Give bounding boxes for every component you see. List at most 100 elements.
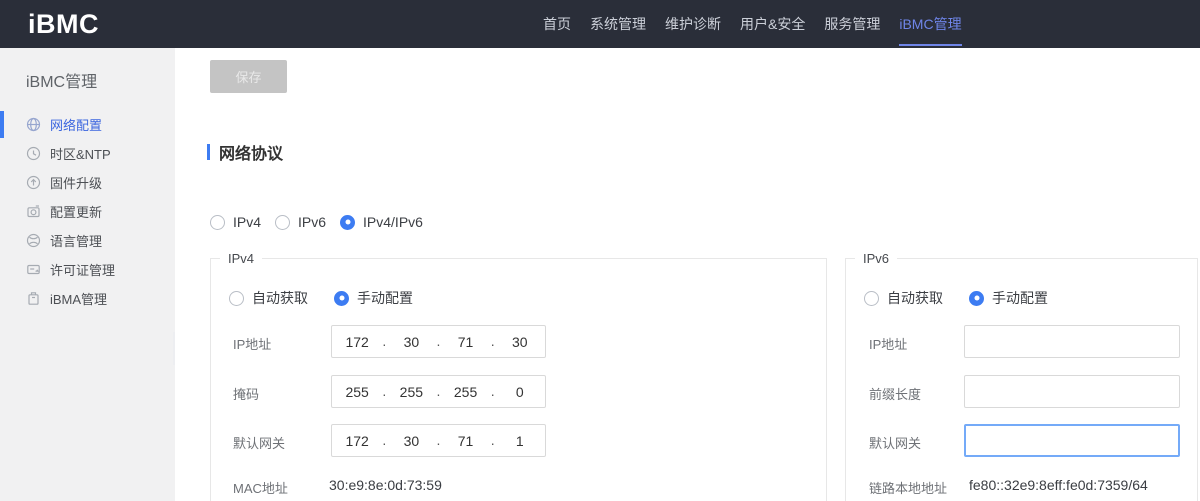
radio-ipv4-ipv6[interactable]: IPv4/IPv6 bbox=[340, 214, 423, 230]
nav-item-service[interactable]: 服务管理 bbox=[824, 0, 880, 48]
radio-circle-checked[interactable] bbox=[340, 215, 355, 230]
sidebar-item-language[interactable]: 语言管理 bbox=[0, 226, 175, 255]
ipv4-legend: IPv4 bbox=[220, 251, 262, 266]
ipv6-auto-label: 自动获取 bbox=[887, 288, 943, 308]
sidebar: iBMC管理 网络配置 时区&NTP 固件升级 bbox=[0, 48, 175, 501]
nav-item-home[interactable]: 首页 bbox=[543, 0, 571, 48]
sidebar-item-license[interactable]: 许可证管理 bbox=[0, 255, 175, 284]
sidebar-menu: 网络配置 时区&NTP 固件升级 配置更新 bbox=[0, 110, 175, 313]
ipv6-prefix-label: 前缀长度 bbox=[869, 384, 921, 403]
radio-ipv6-label: IPv6 bbox=[298, 214, 326, 230]
language-globe-icon bbox=[26, 233, 41, 248]
top-nav: 首页 系统管理 维护诊断 用户&安全 服务管理 iBMC管理 bbox=[543, 0, 962, 48]
radio-ipv6[interactable]: IPv6 bbox=[275, 214, 326, 230]
sidebar-item-firmware-upgrade[interactable]: 固件升级 bbox=[0, 168, 175, 197]
ip-dot-separator: . bbox=[382, 424, 386, 457]
package-icon bbox=[26, 291, 41, 306]
ipv4-mask-octet-2[interactable] bbox=[394, 384, 428, 400]
ipv4-auto-label: 自动获取 bbox=[252, 288, 308, 308]
config-snapshot-icon bbox=[26, 204, 41, 219]
ipv6-manual-label: 手动配置 bbox=[992, 288, 1048, 308]
ipv6-gateway-label: 默认网关 bbox=[869, 433, 921, 452]
ip-dot-separator: . bbox=[382, 375, 386, 408]
ibmc-logo: iBMC bbox=[28, 0, 99, 48]
ipv4-mode-radio-group: 自动获取 手动配置 bbox=[229, 288, 439, 308]
ipv6-mode-radio-group: 自动获取 手动配置 bbox=[864, 288, 1074, 308]
nav-item-ibmc-management[interactable]: iBMC管理 bbox=[899, 0, 961, 48]
ipv4-mask-label: 掩码 bbox=[233, 384, 259, 403]
ipv4-ip-label: IP地址 bbox=[233, 334, 271, 353]
ip-dot-separator: . bbox=[437, 424, 441, 457]
section-title-text: 网络协议 bbox=[219, 140, 283, 164]
sidebar-item-label: iBMA管理 bbox=[50, 289, 107, 308]
sidebar-item-label: 时区&NTP bbox=[50, 144, 111, 163]
ipv4-gateway-octet-3[interactable] bbox=[449, 433, 483, 449]
ip-dot-separator: . bbox=[437, 375, 441, 408]
ipv6-ip-input[interactable] bbox=[964, 325, 1180, 358]
ipv4-manual-label: 手动配置 bbox=[357, 288, 413, 308]
clock-icon bbox=[26, 146, 41, 161]
ipv6-prefix-input[interactable] bbox=[964, 375, 1180, 408]
radio-circle[interactable] bbox=[275, 215, 290, 230]
ipv6-auto-radio[interactable]: 自动获取 bbox=[864, 288, 943, 308]
ipv4-gateway-octet-4[interactable] bbox=[503, 433, 537, 449]
sidebar-item-label: 语言管理 bbox=[50, 231, 102, 250]
sidebar-title: iBMC管理 bbox=[26, 68, 97, 92]
ipv4-mask-octet-4[interactable] bbox=[503, 384, 537, 400]
globe-icon bbox=[26, 117, 41, 132]
sidebar-item-config-update[interactable]: 配置更新 bbox=[0, 197, 175, 226]
ipv4-ip-octet-4[interactable] bbox=[503, 334, 537, 350]
ip-dot-separator: . bbox=[437, 325, 441, 358]
ip-dot-separator: . bbox=[491, 325, 495, 358]
sidebar-item-label: 配置更新 bbox=[50, 202, 102, 221]
nav-item-system[interactable]: 系统管理 bbox=[590, 0, 646, 48]
ipv6-legend: IPv6 bbox=[855, 251, 897, 266]
radio-ipv4-label: IPv4 bbox=[233, 214, 261, 230]
nav-item-user-security[interactable]: 用户&安全 bbox=[740, 0, 805, 48]
license-card-icon bbox=[26, 262, 41, 277]
ipv4-mac-label: MAC地址 bbox=[233, 478, 288, 497]
upgrade-arrow-icon bbox=[26, 175, 41, 190]
sidebar-item-timezone-ntp[interactable]: 时区&NTP bbox=[0, 139, 175, 168]
page: iBMC 首页 系统管理 维护诊断 用户&安全 服务管理 iBMC管理 iBMC… bbox=[0, 0, 1200, 501]
radio-circle-checked[interactable] bbox=[334, 291, 349, 306]
sidebar-item-network-config[interactable]: 网络配置 bbox=[0, 110, 175, 139]
radio-circle-checked[interactable] bbox=[969, 291, 984, 306]
ipv6-manual-radio[interactable]: 手动配置 bbox=[969, 288, 1048, 308]
ipv6-gateway-input[interactable] bbox=[964, 424, 1180, 457]
save-button[interactable]: 保存 bbox=[210, 60, 287, 93]
ipv6-fieldset: IPv6 自动获取 手动配置 IP地址 前缀长度 默认网关 链路本地地址 fe8… bbox=[845, 251, 1198, 501]
ip-dot-separator: . bbox=[491, 424, 495, 457]
ipv4-ip-octet-2[interactable] bbox=[394, 334, 428, 350]
ip-dot-separator: . bbox=[382, 325, 386, 358]
ipv4-ip-octet-1[interactable] bbox=[340, 334, 374, 350]
ipv4-ip-input[interactable]: . . . bbox=[331, 325, 546, 358]
sidebar-item-label: 许可证管理 bbox=[50, 260, 115, 279]
radio-ipv4[interactable]: IPv4 bbox=[210, 214, 261, 230]
ipv6-link-local-label: 链路本地地址 bbox=[869, 478, 947, 497]
sidebar-item-label: 固件升级 bbox=[50, 173, 102, 192]
ipv4-manual-radio[interactable]: 手动配置 bbox=[334, 288, 413, 308]
ipv4-fieldset: IPv4 自动获取 手动配置 IP地址 . . . bbox=[210, 251, 827, 501]
radio-circle[interactable] bbox=[210, 215, 225, 230]
section-title-accent-bar bbox=[207, 144, 210, 160]
ipv6-ip-label: IP地址 bbox=[869, 334, 907, 353]
ipv6-link-local-value: fe80::32e9:8eff:fe0d:7359/64 bbox=[969, 477, 1148, 493]
ipv4-auto-radio[interactable]: 自动获取 bbox=[229, 288, 308, 308]
ipv4-mask-octet-3[interactable] bbox=[449, 384, 483, 400]
sidebar-item-label: 网络配置 bbox=[50, 115, 102, 134]
main-content: 保存 网络协议 IPv4 IPv6 IPv4/IPv6 IPv4 bbox=[175, 48, 1200, 501]
sidebar-item-ibma[interactable]: iBMA管理 bbox=[0, 284, 175, 313]
section-title-network-protocol: 网络协议 bbox=[207, 140, 283, 164]
nav-item-maintenance[interactable]: 维护诊断 bbox=[665, 0, 721, 48]
ipv4-gateway-label: 默认网关 bbox=[233, 433, 285, 452]
radio-circle[interactable] bbox=[229, 291, 244, 306]
ipv4-mask-octet-1[interactable] bbox=[340, 384, 374, 400]
ipv4-gateway-octet-2[interactable] bbox=[394, 433, 428, 449]
ipv4-gateway-octet-1[interactable] bbox=[340, 433, 374, 449]
ipv4-mac-value: 30:e9:8e:0d:73:59 bbox=[329, 477, 442, 493]
ipv4-mask-input[interactable]: . . . bbox=[331, 375, 546, 408]
ipv4-ip-octet-3[interactable] bbox=[449, 334, 483, 350]
radio-circle[interactable] bbox=[864, 291, 879, 306]
ipv4-gateway-input[interactable]: . . . bbox=[331, 424, 546, 457]
